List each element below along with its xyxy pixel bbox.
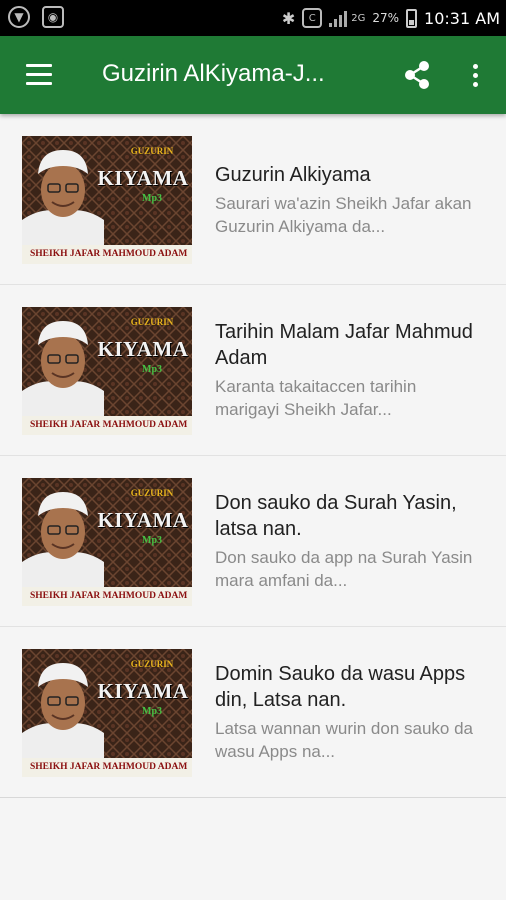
- sheikh-portrait-icon: [22, 663, 104, 759]
- thumb-caption: SHEIKH JAFAR MAHMOUD ADAM: [22, 245, 192, 264]
- thumb-kiyama-text: KIYAMA: [97, 508, 189, 532]
- download-notification-icon: ▼: [8, 6, 30, 28]
- list-item[interactable]: GUZURIN KIYAMA Mp3 SHEIKH JAFAR MAHMOUD …: [0, 456, 506, 627]
- share-icon[interactable]: [398, 56, 436, 94]
- content-list: GUZURIN KIYAMA Mp3 SHEIKH JAFAR MAHMOUD …: [0, 114, 506, 798]
- app-title: Guzirin AlKiyama-J...: [102, 60, 325, 87]
- item-thumbnail: GUZURIN KIYAMA Mp3 SHEIKH JAFAR MAHMOUD …: [22, 307, 192, 435]
- list-item[interactable]: GUZURIN KIYAMA Mp3 SHEIKH JAFAR MAHMOUD …: [0, 285, 506, 456]
- item-title: Tarihin Malam Jafar Mahmud Adam: [215, 321, 473, 369]
- thumb-mp3-text: Mp3: [142, 706, 162, 717]
- thumb-kiyama-text: KIYAMA: [97, 337, 189, 361]
- thumb-guzurin-text: GUZURIN: [130, 488, 174, 498]
- thumb-caption: SHEIKH JAFAR MAHMOUD ADAM: [22, 416, 192, 435]
- thumb-guzurin-text: GUZURIN: [130, 659, 174, 669]
- signal-icon: [329, 9, 348, 27]
- item-description: Saurari wa'azin Sheikh Jafar akan Guzuri…: [215, 194, 472, 236]
- item-title: Don sauko da Surah Yasin, latsa nan.: [215, 492, 457, 540]
- item-title: Guzurin Alkiyama: [215, 164, 371, 186]
- bluetooth-icon: ✱: [281, 8, 296, 28]
- thumb-mp3-text: Mp3: [142, 193, 162, 204]
- sheikh-portrait-icon: [22, 150, 104, 246]
- sheikh-portrait-icon: [22, 321, 104, 417]
- thumb-kiyama-text: KIYAMA: [97, 166, 189, 190]
- thumb-caption: SHEIKH JAFAR MAHMOUD ADAM: [22, 587, 192, 606]
- thumb-guzurin-text: GUZURIN: [130, 146, 174, 156]
- network-type: 2G: [351, 12, 366, 24]
- battery-icon: [406, 8, 418, 28]
- list-item[interactable]: GUZURIN KIYAMA Mp3 SHEIKH JAFAR MAHMOUD …: [0, 627, 506, 798]
- item-thumbnail: GUZURIN KIYAMA Mp3 SHEIKH JAFAR MAHMOUD …: [22, 478, 192, 606]
- sheikh-portrait-icon: [22, 492, 104, 588]
- thumb-caption: SHEIKH JAFAR MAHMOUD ADAM: [22, 758, 192, 777]
- list-item[interactable]: GUZURIN KIYAMA Mp3 SHEIKH JAFAR MAHMOUD …: [0, 114, 506, 285]
- item-description: Don sauko da app na Surah Yasin mara amf…: [215, 548, 473, 590]
- thumb-mp3-text: Mp3: [142, 535, 162, 546]
- screenshot-notification-icon: ◉: [42, 6, 64, 28]
- status-bar: ▼ ◉ ✱ C 2G 27% 10:31 AM: [0, 0, 506, 36]
- item-description: Latsa wannan wurin don sauko da wasu App…: [215, 719, 474, 761]
- call-forward-icon: C: [302, 8, 323, 28]
- more-vert-icon[interactable]: [458, 56, 492, 94]
- clock: 10:31 AM: [424, 8, 500, 28]
- item-thumbnail: GUZURIN KIYAMA Mp3 SHEIKH JAFAR MAHMOUD …: [22, 649, 192, 777]
- menu-icon[interactable]: [16, 58, 64, 92]
- item-description: Karanta takaitaccen tarihin marigayi She…: [215, 377, 417, 419]
- battery-percent: 27%: [372, 11, 400, 25]
- item-title: Domin Sauko da wasu Apps din, Latsa nan.: [215, 663, 466, 711]
- item-thumbnail: GUZURIN KIYAMA Mp3 SHEIKH JAFAR MAHMOUD …: [22, 136, 192, 264]
- thumb-mp3-text: Mp3: [142, 364, 162, 375]
- thumb-guzurin-text: GUZURIN: [130, 317, 174, 327]
- thumb-kiyama-text: KIYAMA: [97, 679, 189, 703]
- app-bar: Guzirin AlKiyama-J...: [0, 36, 506, 114]
